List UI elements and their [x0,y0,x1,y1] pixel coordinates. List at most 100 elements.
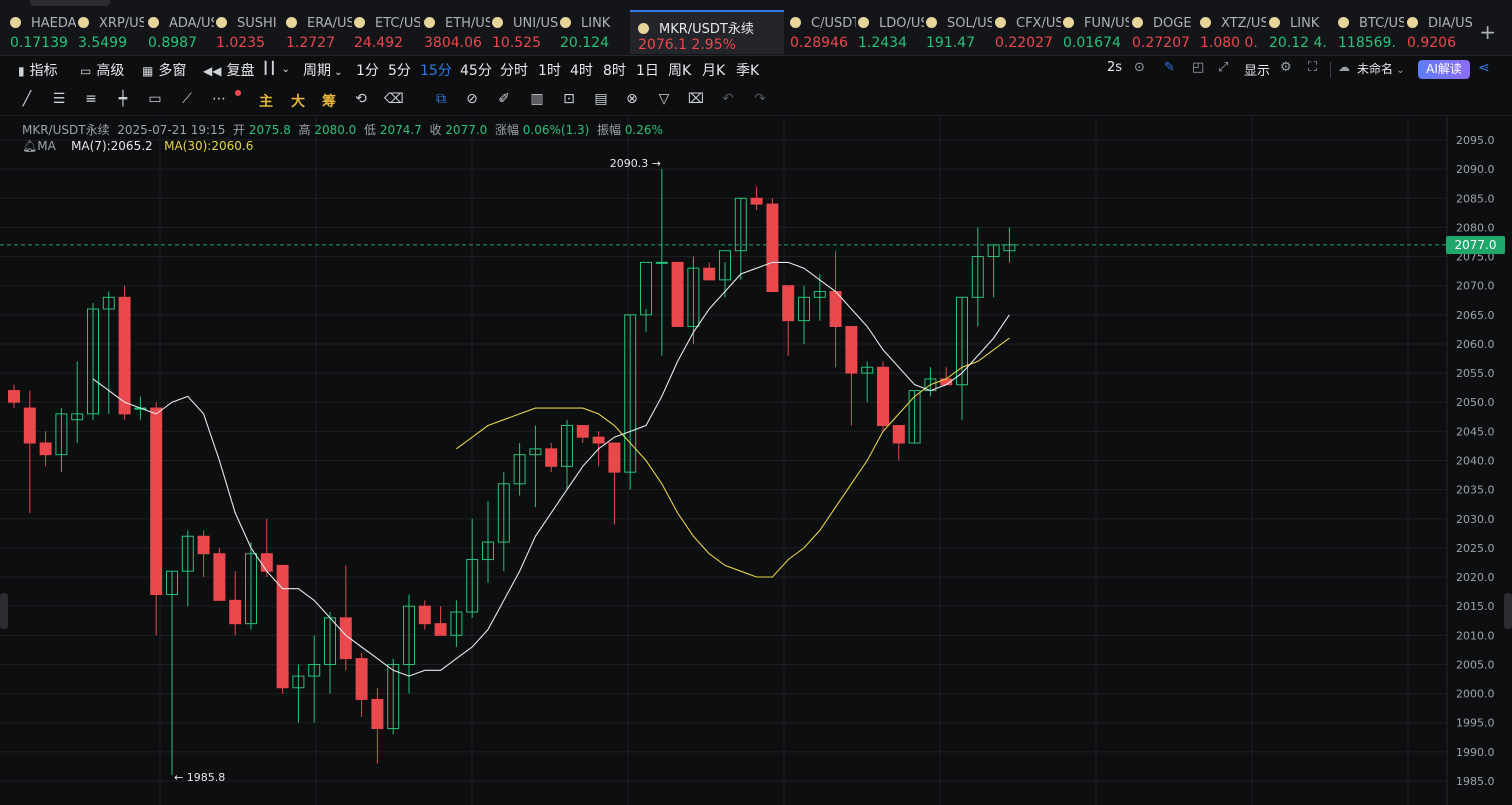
ticker-item[interactable]: FUN/USDT 0.01674 [1061,10,1129,54]
ruler-icon[interactable]: ⊘ [463,91,481,107]
ticker-price: 3.5499 [78,35,127,51]
lock-icon[interactable]: ⊡ [560,91,578,107]
coin-icon [216,17,227,28]
layout-name-dropdown[interactable]: 未命名 ⌄ [1357,60,1405,77]
ticker-item[interactable]: LDO/USDT 1.2434 [856,10,924,54]
magnet-icon[interactable]: ⧉ [432,91,450,107]
price-chart[interactable]: 1985.0 1990.0 1995.0 2000.0 2005.0 2010.0 2015… [0,116,1512,805]
filter-icon[interactable]: ▽ [655,91,673,107]
right-panel-toggle[interactable] [1504,593,1512,629]
replay-button[interactable]: ◀◀ 复盘 [203,60,254,80]
candle-body [750,197,763,205]
interval-button[interactable]: 15分 [420,60,452,80]
chip-distribution-toggle[interactable]: 筹 [320,91,338,111]
rectangle-icon[interactable]: ▭ [146,91,164,107]
ticker-item[interactable]: ETC/USDT 24.492 [352,10,420,54]
ticker-price: 20.124 [560,35,609,51]
settings-icon[interactable]: ⚙ [1280,60,1292,75]
fullscreen-icon[interactable]: ⛶ [1308,60,1317,75]
pen-icon[interactable]: ✎ [1164,60,1175,75]
ticker-item[interactable]: HAEDAL 0.17139 [8,10,76,54]
interval-button[interactable]: 分时 [500,60,528,80]
coin-icon [354,17,365,28]
trash-icon[interactable]: ⌧ [687,91,705,107]
trend-line-icon[interactable]: ╱ [18,91,36,107]
measure-icon[interactable]: ⟋ [178,91,196,107]
left-panel-toggle[interactable] [0,593,8,629]
ma30-line [456,337,1010,578]
parallel-channel-icon[interactable]: ≡ [82,91,100,107]
ticker-item[interactable]: CFX/USDT 0.22027 [993,10,1061,54]
y-tick-label: 2035.0 [1456,484,1495,497]
interval-button[interactable]: 季K [736,60,759,80]
ticker-symbol: XTZ/USDT [1200,16,1266,31]
interval-button[interactable]: 4时 [570,60,593,80]
low-value: 2074.7 [379,123,422,137]
ticker-symbol-text: DOGE [1153,16,1192,31]
ticker-item[interactable]: BTC/USDT 118569. [1336,10,1404,54]
large-order-toggle[interactable]: 大 [289,91,307,111]
amplitude-value: 0.26% [624,123,663,137]
main-indicator-toggle[interactable]: 主 [257,91,275,111]
ticker-price: 1.2727 [286,35,335,51]
undo-icon[interactable]: ↶ [719,91,737,107]
interval-button[interactable]: 月K [702,60,725,80]
horizontal-lines-icon[interactable]: ☰ [50,91,68,107]
redo-icon[interactable]: ↷ [751,91,769,107]
note-icon[interactable]: ▤ [592,91,610,107]
share-icon[interactable]: ⋖ [1478,60,1490,76]
frame-icon[interactable]: ◰ [1192,60,1204,75]
interval-button[interactable]: 1日 [636,60,659,80]
coin-icon [1269,17,1280,28]
chart-type-button[interactable]: ┃┃ ⌄ [262,60,290,76]
ticker-item[interactable]: LINK 20.124 [558,10,626,54]
candlestick-chart[interactable]: 1985.0 1990.0 1995.0 2000.0 2005.0 2010.0 2015… [0,116,1512,805]
refresh-rate[interactable]: 2s [1107,60,1122,75]
ticker-item[interactable]: DOGE 0.27207 [1130,10,1198,54]
camera-icon[interactable]: ⊙ [1134,60,1145,75]
eraser-icon[interactable]: ⌫ [384,91,404,107]
interval-button[interactable]: 5分 [388,60,411,80]
ma-label[interactable]: MA [37,139,56,153]
ticker-item[interactable]: SUSHI 1.0235 [214,10,282,54]
horizontal-line-icon[interactable]: ┿ [114,91,132,107]
advanced-button[interactable]: ▭ 高级 [80,60,124,80]
ticker-item[interactable]: C/USDT 0.28946 [788,10,856,54]
ticker-item[interactable]: MKR/USDT永续 2076.1 2.95% [630,10,784,54]
ticker-item[interactable]: SOL/USDT 191.47 [924,10,992,54]
candle-body [260,553,273,572]
y-tick-label: 2095.0 [1456,134,1495,147]
candles-icon[interactable]: ▥ [528,91,546,107]
ticker-item[interactable]: UNI/USDT 10.525 [490,10,558,54]
more-tools-icon[interactable]: ⋯ [210,91,228,107]
coin-icon [424,17,435,28]
interval-button[interactable]: 1分 [356,60,379,80]
ai-interpret-button[interactable]: AI解读 [1418,60,1470,79]
period-dropdown[interactable]: 周期 ⌄ [303,60,343,80]
ticker-tab-handle[interactable] [30,0,110,6]
interval-button[interactable]: 1时 [538,60,561,80]
ticker-item[interactable]: LINK 20.12 4. [1267,10,1335,54]
ticker-item[interactable]: DIA/USDT 0.9206 [1405,10,1473,54]
ticker-item[interactable]: XTZ/USDT 1.080 0. [1198,10,1266,54]
interval-button[interactable]: 45分 [460,60,492,80]
brush-icon[interactable]: ✐ [495,91,513,107]
link-icon[interactable]: ⊗ [623,91,641,107]
ticker-item[interactable]: ETH/USDT 3804.06 [422,10,490,54]
add-symbol-icon[interactable]: + [1479,20,1496,44]
display-button[interactable]: 显示 [1244,60,1270,79]
reset-icon[interactable]: ⟲ [352,91,370,107]
interval-button[interactable]: 周K [668,60,691,80]
bell-icon[interactable]: 🔔︎ [22,139,37,153]
interval-button[interactable]: 8时 [603,60,626,80]
ticker-symbol: FUN/USDT [1063,16,1129,31]
multi-window-button[interactable]: ▦ 多窗 [142,60,186,80]
high-marker: 2090.3 → [609,157,661,171]
ticker-item[interactable]: ERA/USDT 1.2727 [284,10,352,54]
y-tick-label: 2020.0 [1456,571,1495,584]
indicators-button[interactable]: ▮ 指标 [18,60,58,80]
expand-icon[interactable]: ⤢ [1218,60,1228,75]
ticker-item[interactable]: XRP/USDT 3.5499 [76,10,144,54]
ticker-item[interactable]: ADA/USDT 0.8987 [146,10,214,54]
chart-toolbar: ▮ 指标 ▭ 高级 ▦ 多窗 ◀◀ 复盘 ┃┃ ⌄ 周期 ⌄ 1分 5分 15分 45分 分时 1时… [0,56,1512,84]
